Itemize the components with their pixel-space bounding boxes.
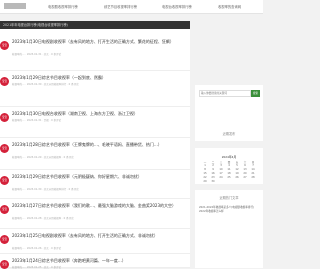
sidebar-search-panel: 搜索 近期发布 bbox=[195, 85, 263, 141]
post-badge: 宝宝 bbox=[0, 144, 9, 153]
nav-item-variety[interactable]: 综艺节目收视率排行榜 bbox=[104, 4, 137, 9]
nav-item-tv-station[interactable]: 电视台收视率排行榜 bbox=[162, 4, 192, 9]
post-item[interactable]: 宝宝 2023年1月27日综艺节目收视率（我们的歌…、最强大脑游戏的大脑、金曲奖2… bbox=[0, 199, 190, 229]
post-badge: 宝宝 bbox=[0, 41, 9, 50]
calendar-day[interactable]: 16 bbox=[209, 172, 217, 175]
calendar-day[interactable]: 29 bbox=[201, 180, 209, 183]
calendar-widget: 2024年4月 一二三四五六日 1 2 3 4 5 6 7 8 9 10 11 12 13 14 15 16 17… bbox=[195, 148, 263, 184]
post-meta: 收视率的… · 2023-01-30 · 综艺节目收视率排行 · 0 条评论 bbox=[12, 83, 79, 86]
post-title[interactable]: 2023年1月29日综艺节目收视率（一起到底、然霸） bbox=[12, 75, 184, 81]
search-input[interactable] bbox=[199, 90, 251, 97]
hot-posts-title: 近期热门文章 bbox=[219, 196, 239, 200]
calendar-day[interactable]: 24 bbox=[217, 176, 225, 179]
calendar-day[interactable]: 13 bbox=[241, 168, 249, 171]
post-meta: 收视率的… · 2023-01-25 · 综艺 · 0 条评论 bbox=[12, 266, 62, 269]
calendar-day[interactable]: 11 bbox=[225, 168, 233, 171]
calendar-day[interactable]: 28 bbox=[249, 176, 257, 179]
post-badge: 宝宝 bbox=[0, 205, 9, 214]
section-heading: 2021年年电视台排行榜(电视台收视率排行榜) bbox=[0, 21, 190, 29]
hot-link-2[interactable]: 2022年收视率怎么样 bbox=[199, 210, 254, 214]
recent-posts-title: 近期发布 bbox=[222, 132, 236, 136]
calendar-day[interactable]: 1 bbox=[201, 164, 209, 167]
post-title[interactable]: 2023年1月24日综艺节目收视率（奔跑吧黄河篇、一年一度…） bbox=[12, 258, 184, 264]
calendar-caption: 2024年4月 bbox=[221, 155, 237, 159]
post-title[interactable]: 2023年1月25日电视剧收视率（去有风的地方、打开生活的正确方式、非诚勿扰） bbox=[12, 233, 184, 239]
post-title[interactable]: 2023年1月29日综艺节目收视率（元阴极疑纳、你好星期六、非诚勿扰） bbox=[12, 174, 184, 180]
calendar-day[interactable]: 3 bbox=[217, 164, 225, 167]
post-item[interactable]: 宝宝 2023年1月30日电视剧收视率（去有风的地方、打开生活的正确方式、繁花的征… bbox=[0, 35, 190, 71]
calendar-day[interactable]: 20 bbox=[241, 172, 249, 175]
calendar-day[interactable]: 7 bbox=[249, 164, 257, 167]
post-meta: 收视率的… · 2023-01-29 · 综艺节目收视率 · 0 条评论 bbox=[12, 156, 74, 159]
calendar-day[interactable]: 14 bbox=[249, 168, 257, 171]
post-item[interactable]: 宝宝 2023年1月25日电视剧收视率（去有风的地方、打开生活的正确方式、非诚勿扰… bbox=[0, 229, 190, 254]
calendar-day[interactable]: 10 bbox=[217, 168, 225, 171]
post-meta: 收视率的… · 2023-01-30 · 综艺节目收视率排行 · 0 条评论 bbox=[12, 188, 79, 191]
post-title[interactable]: 2023年1月28日综艺节目收视率（王牌鬼牌的…、毛晓平语妈、直播带货、热门…） bbox=[12, 142, 184, 148]
calendar-day[interactable]: 12 bbox=[233, 168, 241, 171]
post-meta: 收视率的… · 2023-01-31 · 卫视 · 0 条评论 bbox=[12, 119, 62, 122]
post-item[interactable]: 宝宝 2023年1月29日综艺节目收视率（一起到底、然霸） 收视率的… · 2023… bbox=[0, 71, 190, 107]
calendar-day[interactable]: 2 bbox=[209, 164, 217, 167]
calendar-day[interactable]: 6 bbox=[241, 164, 249, 167]
main-content: 2021年年电视台排行榜(电视台收视率排行榜) 宝宝 2023年1月30日电视剧收… bbox=[0, 21, 190, 269]
post-badge: 宝宝 bbox=[0, 113, 9, 122]
calendar-week-row: 29 30 bbox=[201, 180, 257, 184]
post-badge: 宝宝 bbox=[0, 235, 9, 244]
calendar-day[interactable]: 17 bbox=[217, 172, 225, 175]
post-meta: 收视率的… · 2023-01-26 · 综艺 · 0 条评论 bbox=[12, 247, 62, 250]
calendar-day[interactable]: 25 bbox=[225, 176, 233, 179]
search-button[interactable]: 搜索 bbox=[251, 90, 260, 97]
post-badge: 宝宝 bbox=[0, 176, 9, 185]
calendar-day[interactable]: 4 bbox=[225, 164, 233, 167]
calendar-day[interactable]: 19 bbox=[233, 172, 241, 175]
calendar-day[interactable]: 18 bbox=[225, 172, 233, 175]
post-item[interactable]: 宝宝 2023年1月30日电视台收视率（湖南卫视、上海东方卫视、浙江卫视） 收视率的… bbox=[0, 107, 190, 138]
calendar-day[interactable]: 26 bbox=[233, 176, 241, 179]
calendar-day[interactable]: 30 bbox=[209, 180, 217, 183]
post-meta: 收视率的… · 2023-01-31 · 综艺 · 0 条评论 bbox=[12, 53, 62, 56]
nav-item-drama[interactable]: 电视剧收视率排行榜 bbox=[48, 4, 78, 9]
hot-links: 2021-2022年收视率是多少(电视剧收视率排行) 2022年收视率怎么样 bbox=[199, 206, 254, 214]
calendar-day[interactable]: 21 bbox=[249, 172, 257, 175]
sidebar-links-panel: 近期热门文章 2021-2022年收视率是多少(电视剧收视率排行) 2022年收… bbox=[195, 190, 263, 268]
calendar-day[interactable]: 9 bbox=[209, 168, 217, 171]
calendar-day[interactable]: 15 bbox=[201, 172, 209, 175]
post-item[interactable]: 宝宝 2023年1月24日综艺节目收视率（奔跑吧黄河篇、一年一度…） 收视率的… ·… bbox=[0, 254, 190, 269]
top-nav: 电视剧收视率排行榜 综艺节目收视率排行榜 电视台收视率排行榜 收视率的查询网 bbox=[0, 0, 263, 14]
calendar-day[interactable]: 5 bbox=[233, 164, 241, 167]
calendar-day[interactable]: 27 bbox=[241, 176, 249, 179]
post-title[interactable]: 2023年1月30日电视台收视率（湖南卫视、上海东方卫视、浙江卫视） bbox=[12, 111, 184, 117]
post-title[interactable]: 2023年1月30日电视剧收视率（去有风的地方、打开生活的正确方式、繁花的征程、… bbox=[12, 39, 184, 45]
calendar-day[interactable]: 8 bbox=[201, 168, 209, 171]
post-item[interactable]: 宝宝 2023年1月28日综艺节目收视率（王牌鬼牌的…、毛晓平语妈、直播带货、热门… bbox=[0, 138, 190, 170]
site-logo[interactable] bbox=[4, 3, 26, 9]
post-title[interactable]: 2023年1月27日综艺节目收视率（我们的歌…、最强大脑游戏的大脑、金曲奖202… bbox=[12, 203, 184, 209]
nav-item-query[interactable]: 收视率的查询网 bbox=[218, 4, 241, 9]
post-meta: 收视率的… · 2023-01-28 · 综艺节目收视率 · 0 条评论 bbox=[12, 217, 74, 220]
post-item[interactable]: 宝宝 2023年1月29日综艺节目收视率（元阴极疑纳、你好星期六、非诚勿扰） 收视率… bbox=[0, 170, 190, 199]
post-badge: 宝宝 bbox=[0, 77, 9, 86]
calendar-day[interactable]: 23 bbox=[209, 176, 217, 179]
calendar-day[interactable]: 22 bbox=[201, 176, 209, 179]
